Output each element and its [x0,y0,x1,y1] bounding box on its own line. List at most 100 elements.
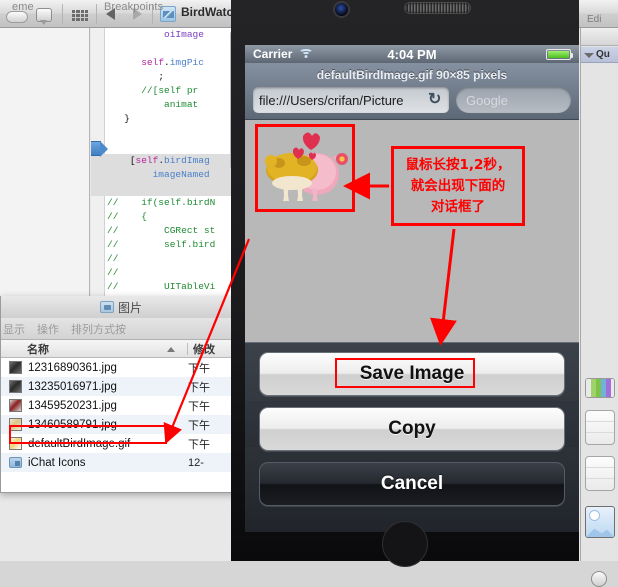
finder-title: 图片 [117,300,142,315]
code-line: // self.bird [107,238,239,252]
status-bar: Carrier 4:04 PM [245,45,579,63]
grid-view-icon[interactable] [72,10,88,21]
action-sheet-button-save-image[interactable]: Save Image [259,352,565,396]
image-annotation-box [255,124,355,212]
table-row[interactable]: 13235016971.jpg 下午 [1,377,241,396]
table-row[interactable]: 13460589791.jpg 下午 [1,415,241,434]
finder-column-headers[interactable]: 名称 修改 [1,340,241,358]
code-token: // [107,253,119,264]
finder-toolbar[interactable]: 显示 操作 排列方式按 [1,318,241,340]
breakpoint-marker[interactable] [91,141,108,157]
finder-file-list[interactable]: 12316890361.jpg 下午 13235016971.jpg 下午 134595… [1,358,241,492]
speaker-grille-icon [405,3,470,13]
finder-toolbar-item[interactable]: 操作 [37,321,59,337]
image-thumb-gif-icon [9,437,22,450]
color-swatch-icon[interactable] [585,378,615,398]
scheme-label: eme [12,1,34,13]
edit-label: Edi [587,14,602,25]
library-list-2[interactable] [585,456,615,491]
code-token: // { [107,211,147,222]
file-name: 13459520231.jpg [28,399,117,412]
navigator-pane[interactable] [0,28,90,323]
table-row[interactable]: defaultBirdImage.gif 下午 [1,434,241,453]
file-name: iChat Icons [28,456,86,469]
image-thumb-tan-icon [9,418,22,431]
code-line: // [107,252,239,266]
code-token: imageNamed [152,169,210,180]
image-thumb-dark-icon [9,380,22,393]
home-button[interactable] [382,521,428,567]
image-placeholder-icon[interactable] [585,506,615,538]
code-line: // CGRect st [107,224,239,238]
code-editor[interactable]: oiImage self.imgPic ; //[self pr animat … [91,28,239,323]
code-line: animat [107,98,239,112]
table-row[interactable]: 13459520231.jpg 下午 [1,396,241,415]
finder-toolbar-item[interactable]: 排列方式按 [71,321,126,337]
inspector-pane[interactable]: Edi Qu [580,14,618,587]
comment-icon[interactable] [36,8,52,25]
camera-icon [335,3,348,16]
code-token: birdImag [164,155,210,166]
code-line: [self.birdImag [107,154,239,168]
iphone-device: Carrier 4:04 PM defaultBirdImage.gif 90×… [231,0,579,567]
code-token: self [135,155,159,166]
code-token: oiImage [164,29,204,40]
page-title: defaultBirdImage.gif 90×85 pixels [316,68,508,82]
finder-titlebar[interactable]: 图片 [1,296,241,318]
finder-toolbar-item[interactable]: 显示 [3,321,25,337]
finder-window[interactable]: 图片 显示 操作 排列方式按 名称 修改 12316890361.jpg 下午 1323… [0,296,241,493]
code-token: imgPic [169,57,204,68]
battery-icon [546,49,573,60]
code-line: ; [107,70,239,84]
code-token: } [124,113,130,124]
image-thumb-dark-icon [9,361,22,374]
reload-icon[interactable]: ↻ [428,91,444,108]
sort-ascending-icon [167,346,175,352]
inspector-tabs[interactable]: Edi [581,14,618,46]
code-line: // [107,266,239,280]
table-row[interactable]: 12316890361.jpg 下午 [1,358,241,377]
file-name: 13235016971.jpg [28,380,117,393]
code-token: ; [158,71,165,82]
library-list-1[interactable] [585,410,615,445]
inspector-round-button[interactable] [591,571,607,587]
safari-toolbar: defaultBirdImage.gif 90×85 pixels file:/… [245,63,579,120]
code-token: // if(self.birdN [107,197,216,208]
quick-help-header[interactable]: Qu [581,47,618,63]
code-token: // CGRect st [107,225,216,236]
clock-label: 4:04 PM [387,46,437,62]
code-token: // self.bird [107,239,216,250]
code-token: // UITableVi [107,281,216,292]
search-field[interactable]: Google [456,87,571,113]
code-token: //[self pr [141,85,199,96]
code-line: // if(self.birdN [107,196,239,210]
code-line: imageNamed [107,168,239,182]
code-line: // { [107,210,239,224]
code-text: oiImage self.imgPic ; //[self pr animat … [107,28,239,322]
image-thumb-red-icon [9,399,22,412]
column-header-name-label: 名称 [27,343,49,356]
code-token: // [107,267,119,278]
action-sheet-button-cancel[interactable]: Cancel [259,462,565,506]
code-line: // UITableVi [107,280,239,294]
folder-icon [9,457,22,468]
file-name: 13460589791.jpg [28,418,117,431]
code-token: animat [164,99,199,110]
action-sheet[interactable]: Save Image Copy Cancel [245,342,579,532]
file-name: 12316890361.jpg [28,361,117,374]
action-sheet-button-copy[interactable]: Copy [259,407,565,451]
column-header-name[interactable]: 名称 [1,341,187,357]
folder-icon [99,301,114,313]
table-row[interactable]: iChat Icons 12- [1,453,241,472]
code-line: //[self pr [107,84,239,98]
iphone-screen[interactable]: Carrier 4:04 PM defaultBirdImage.gif 90×… [245,45,579,532]
address-bar[interactable]: file:///Users/crifan/Picture ↻ [253,87,449,113]
code-line: oiImage [107,28,239,42]
code-token: self [141,57,165,68]
code-line: } [107,112,239,126]
breakpoints-label: Breakpoints [104,1,164,13]
